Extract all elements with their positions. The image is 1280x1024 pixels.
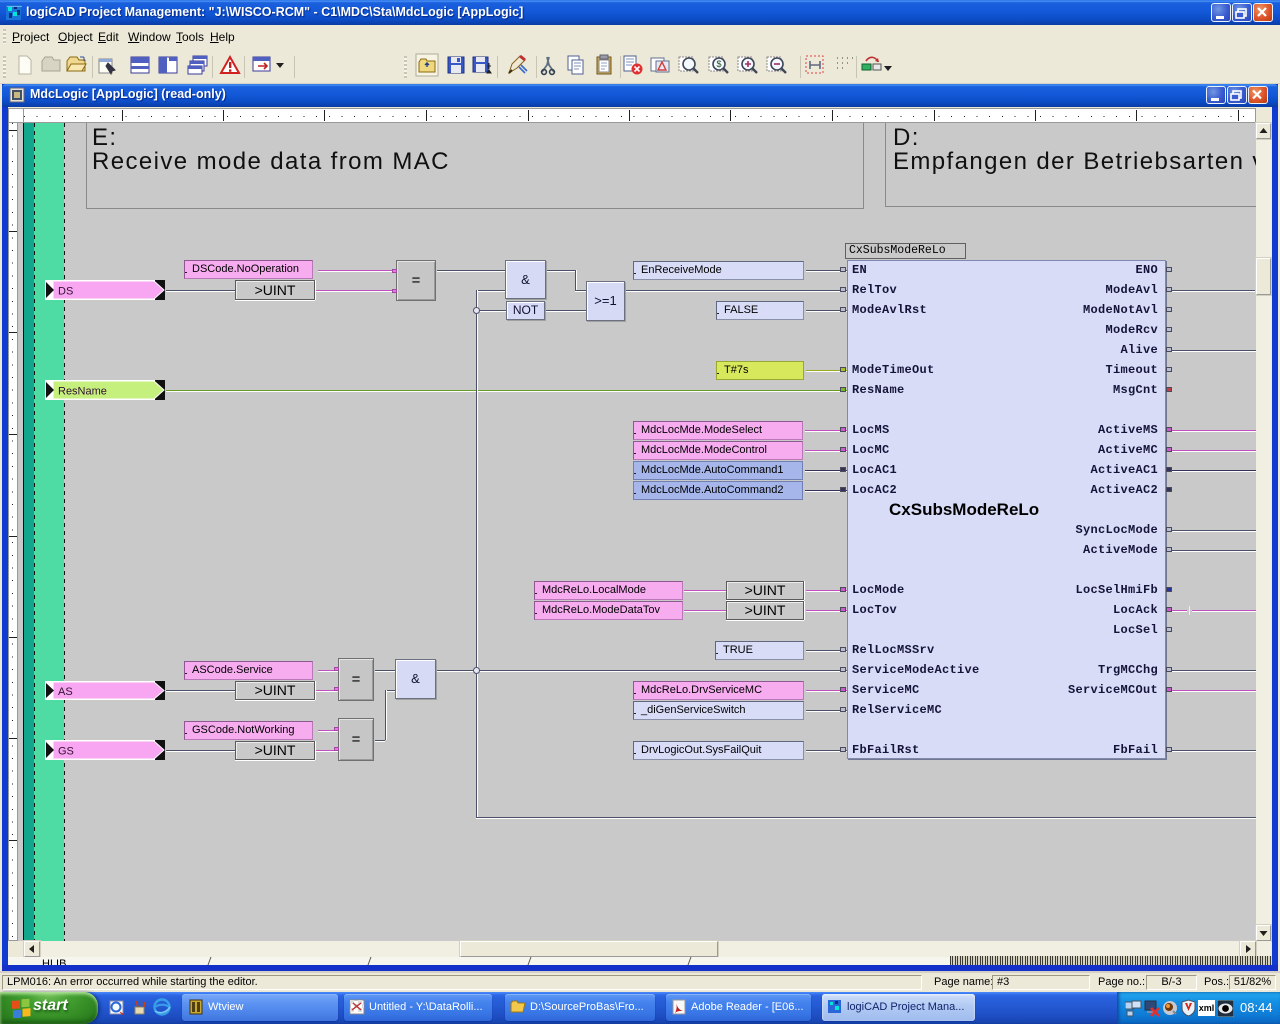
svg-text:GS: GS [58, 746, 74, 758]
svg-text:DS: DS [58, 286, 73, 298]
svg-text:$: $ [716, 59, 721, 69]
svg-text:AS: AS [58, 686, 73, 698]
svg-text:ResName: ResName [58, 386, 107, 398]
